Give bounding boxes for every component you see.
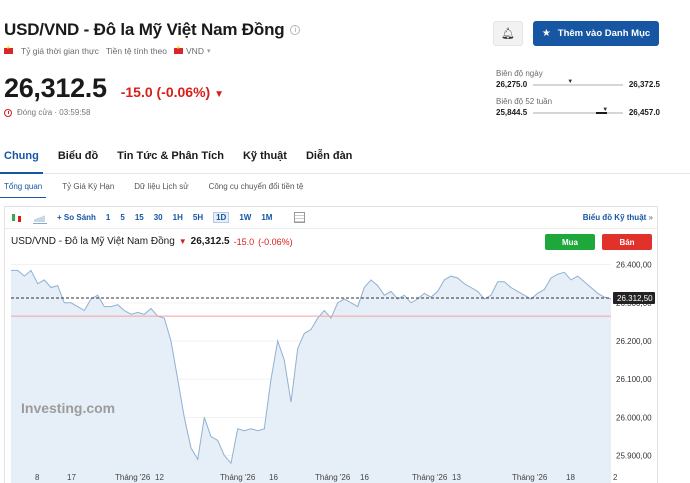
x-tick-label: Tháng '26: [115, 473, 151, 482]
current-price-label: 26.312,50: [617, 294, 653, 303]
period-30[interactable]: 30: [154, 213, 163, 222]
x-tick-label: 18: [566, 473, 575, 482]
chart-toolbar: + So Sánh 1 5 15 30 1H 5H 1D 1W 1M Biểu …: [5, 207, 657, 229]
price-row: 26,312.5 -15.0 (-0.06%) ▼: [4, 73, 224, 104]
day-range-bar: ▼: [533, 79, 623, 86]
plus-icon: +: [57, 213, 62, 222]
currency-label: Tiền tệ tính theo: [105, 46, 168, 56]
period-1d[interactable]: 1D: [213, 212, 230, 223]
subtab-overview[interactable]: Tổng quan: [0, 182, 47, 198]
candlestick-icon[interactable]: [10, 212, 24, 224]
period-5h[interactable]: 5H: [193, 213, 203, 222]
title-row: USD/VND - Đô la Mỹ Việt Nam Đồng i: [4, 20, 301, 40]
x-tick-label: 8: [35, 473, 40, 482]
compare-label: So Sánh: [63, 213, 96, 222]
week52-range-high: 26,457.0: [628, 108, 660, 117]
x-tick-label: 16: [269, 473, 278, 482]
price-area: [11, 270, 611, 483]
meta-row: Tỷ giá thời gian thực Tiền tệ tính theo …: [4, 45, 211, 56]
price-change-percent: (-0.06%): [156, 84, 211, 100]
day-range-high: 26,372.5: [628, 80, 660, 89]
buy-button[interactable]: Mua: [545, 234, 595, 250]
x-tick-label: 2: [613, 473, 618, 482]
closed-label: Đóng cửa · 03:59:58: [17, 108, 91, 117]
chart-panel: + So Sánh 1 5 15 30 1H 5H 1D 1W 1M Biểu …: [4, 206, 658, 483]
last-price: 26,312.5: [4, 73, 107, 103]
info-icon[interactable]: i: [290, 25, 301, 35]
create-alert-button[interactable]: 🔔︎: [493, 21, 523, 46]
x-tick-label: 13: [452, 473, 461, 482]
price-chart[interactable]: 26.400,0026.300,0026.200,0026.100,0026.0…: [5, 255, 657, 483]
realtime-label: Tỷ giá thời gian thực: [21, 46, 99, 56]
subtab-currency-converter[interactable]: Công cụ chuyển đổi tiền tệ: [205, 182, 308, 198]
compare-button[interactable]: + So Sánh: [57, 213, 96, 222]
week52-range-line: 25,844.5 ▼ 26,457.0: [496, 107, 660, 118]
investing-watermark: Investing.com: [21, 400, 115, 416]
y-tick-label: 26.400,00: [616, 261, 652, 270]
period-5[interactable]: 5: [120, 213, 124, 222]
tab-chart[interactable]: Biểu đồ: [54, 150, 102, 174]
area-chart-icon[interactable]: [33, 212, 47, 224]
week52-range-low: 25,844.5: [496, 108, 528, 117]
tab-general[interactable]: Chung: [0, 150, 43, 174]
tab-news-analysis[interactable]: Tin Tức & Phân Tích: [113, 150, 228, 174]
sell-button[interactable]: Bán: [602, 234, 652, 250]
star-icon: ★: [541, 28, 551, 39]
sub-tabs: Tổng quan Tỷ Giá Kỳ Hạn Dữ liệu Lịch sử …: [0, 182, 319, 198]
week52-range: Biên độ 52 tuần 25,844.5 ▼ 26,457.0: [496, 97, 660, 117]
chart-change: -15.0: [233, 236, 255, 247]
week52-range-label: Biên độ 52 tuần: [496, 97, 553, 106]
chart-price: 26,312.5: [190, 236, 230, 247]
add-to-watchlist-label: Thêm vào Danh Mục: [557, 28, 651, 39]
down-arrow-icon: ▼: [178, 237, 187, 246]
y-tick-label: 26.100,00: [616, 375, 652, 384]
double-chevron-icon: »: [648, 213, 653, 222]
clock-icon: [4, 108, 12, 117]
day-range-marker: ▼: [567, 78, 574, 85]
chart-header: USD/VND - Đô la Mỹ Việt Nam Đồng ▼ 26,31…: [11, 236, 293, 247]
period-1h[interactable]: 1H: [173, 213, 183, 222]
x-tick-label: Tháng '26: [412, 473, 448, 482]
subtab-forward-rates[interactable]: Tỷ Giá Kỳ Hạn: [58, 182, 118, 198]
market-status: Đóng cửa · 03:59:58: [4, 108, 90, 117]
vietnam-flag-icon: [4, 45, 13, 54]
x-tick-label: Tháng '26: [220, 473, 256, 482]
page-title: USD/VND - Đô la Mỹ Việt Nam Đồng: [4, 20, 285, 39]
chart-change-percent: (-0.06%): [258, 236, 293, 247]
table-icon[interactable]: [294, 212, 306, 223]
add-to-watchlist-button[interactable]: ★ Thêm vào Danh Mục: [533, 21, 659, 46]
chevron-down-icon[interactable]: ▾: [207, 47, 211, 55]
x-tick-label: 16: [360, 473, 369, 482]
bell-plus-icon: 🔔︎: [501, 28, 515, 40]
x-tick-label: 12: [155, 473, 164, 482]
y-tick-label: 25.900,00: [616, 452, 652, 461]
price-change-value: -15.0: [120, 84, 153, 100]
week52-range-bar: ▼: [533, 107, 623, 114]
week52-range-marker: ▼: [602, 106, 609, 113]
x-tick-label: Tháng '26: [315, 473, 351, 482]
advanced-chart-link[interactable]: Biểu đồ Kỹ thuật »: [583, 213, 653, 222]
period-1m[interactable]: 1M: [261, 213, 272, 222]
main-tabs: Chung Biểu đồ Tin Tức & Phân Tích Kỹ thu…: [0, 150, 690, 174]
y-tick-label: 26.000,00: [616, 413, 652, 422]
y-tick-label: 26.200,00: [616, 337, 652, 346]
price-change: -15.0 (-0.06%) ▼: [121, 84, 224, 100]
subtab-historical-data[interactable]: Dữ liệu Lịch sử: [130, 182, 192, 198]
day-range-low: 26,275.0: [496, 80, 528, 89]
tab-forum[interactable]: Diễn đàn: [302, 150, 356, 174]
day-range-line: 26,275.0 ▼ 26,372.5: [496, 79, 660, 90]
currency-flag-icon: [174, 45, 184, 54]
x-tick-label: Tháng '26: [512, 473, 548, 482]
down-arrow-icon: ▼: [214, 89, 224, 100]
advanced-chart-label: Biểu đồ Kỹ thuật: [582, 213, 647, 222]
period-1[interactable]: 1: [106, 213, 110, 222]
day-range-label: Biên độ ngày: [496, 69, 543, 78]
tab-technical[interactable]: Kỹ thuật: [239, 150, 291, 174]
period-15[interactable]: 15: [135, 213, 144, 222]
day-range: Biên độ ngày 26,275.0 ▼ 26,372.5: [496, 69, 660, 89]
currency-value[interactable]: VND: [186, 46, 204, 56]
chart-instrument-name: USD/VND - Đô la Mỹ Việt Nam Đồng: [11, 236, 175, 247]
x-tick-label: 17: [67, 473, 76, 482]
period-1w[interactable]: 1W: [239, 213, 251, 222]
